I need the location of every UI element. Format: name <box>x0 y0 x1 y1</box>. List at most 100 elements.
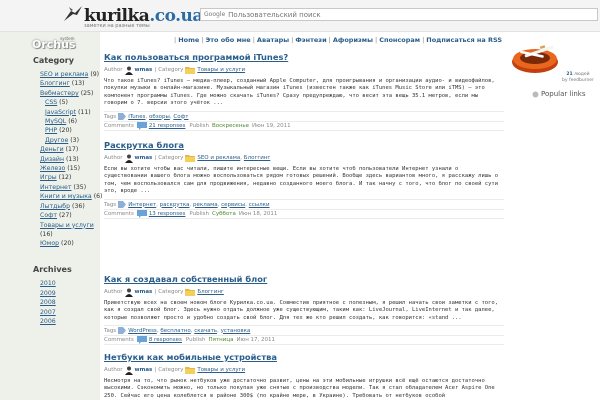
archive-item: 2010 <box>40 279 56 289</box>
tag-link[interactable]: Софт <box>173 114 188 120</box>
category-link[interactable]: Лытдыбр <box>40 203 70 210</box>
tag-link[interactable]: WordPress <box>128 328 157 334</box>
main-content: Как пользоваться программой iTunes? Auth… <box>104 46 504 400</box>
post-footer: Comments 13 responses Publish Суббота Ию… <box>104 209 504 219</box>
nav-home[interactable]: Home <box>178 36 199 44</box>
post-category-link[interactable]: Товары и услуги <box>197 67 245 73</box>
publish-day: Суббота <box>212 211 236 217</box>
nav-sponsors[interactable]: Спонсорам <box>379 36 420 44</box>
comments-link[interactable]: 21 responses <box>149 123 186 129</box>
category-link[interactable]: Интернет <box>40 184 71 191</box>
tag-link[interactable]: реклама <box>193 202 218 208</box>
post-author[interactable]: wmas <box>135 67 153 73</box>
category-link[interactable]: PHP <box>45 127 57 134</box>
category-link[interactable]: JavaScript <box>45 109 76 116</box>
tag-link[interactable]: установка <box>221 328 251 334</box>
category-item: Товары и услуги <box>40 221 102 230</box>
archive-link[interactable]: 2006 <box>40 318 56 325</box>
post-category-link[interactable]: Блоггинг <box>197 289 224 295</box>
category-link[interactable]: Железо <box>40 165 65 172</box>
post-category-link[interactable]: Блоггинг <box>244 155 271 161</box>
post-excerpt: Что такое iTunes? iTunes — медиа-плеер, … <box>104 78 495 107</box>
archive-link[interactable]: 2008 <box>40 299 56 306</box>
tag-link[interactable]: сервисы <box>221 202 245 208</box>
publish-date: Июн 19, 2011 <box>252 123 291 129</box>
category-link[interactable]: Юмор <box>40 240 59 247</box>
post-tags: Tags iTunes, обзоры, Софт <box>104 111 504 120</box>
nav-aphorisms[interactable]: Афоризмы <box>333 36 373 44</box>
post: Нетбуки как мобильные устройства Author … <box>104 352 504 400</box>
archive-link[interactable]: 2010 <box>40 280 56 287</box>
category-heading: Category <box>33 56 74 65</box>
link-icon <box>532 91 539 97</box>
archive-item: 2007 <box>40 308 56 318</box>
post-author[interactable]: wmas <box>135 155 153 161</box>
search-input[interactable] <box>228 10 529 19</box>
tag-link[interactable]: бесплатно <box>160 328 190 334</box>
category-item: Интернет (35) <box>40 183 87 191</box>
category-link[interactable]: Игры <box>40 174 57 181</box>
publish-date: Июн 18, 2011 <box>238 211 278 217</box>
publish-day: Воскресенье <box>212 123 250 129</box>
category-item: MySQL (6) <box>45 118 77 126</box>
post-title[interactable]: Нетбуки как мобильные устройства <box>104 352 504 363</box>
post-title[interactable]: Как я создавал собственный блог <box>104 274 504 285</box>
publish-date: Июн 17, 2011 <box>236 337 276 343</box>
search-box[interactable]: Google <box>200 8 598 21</box>
feed-counter[interactable]: 21 людей by feedburner <box>558 72 598 83</box>
comments-link[interactable]: 8 responses <box>149 337 182 343</box>
popular-links[interactable]: Popular links <box>532 90 586 98</box>
tag-link[interactable]: iTunes <box>128 114 145 120</box>
post-title[interactable]: Раскрутка блога <box>104 140 504 151</box>
category-item: Дизайн (13) <box>40 155 79 163</box>
category-link[interactable]: Блоггинг <box>40 80 70 87</box>
post-category-link[interactable]: Товары и услуги <box>197 367 245 373</box>
category-link[interactable]: Товары и услуги <box>40 222 94 229</box>
nav-rss[interactable]: Подписаться на RSS <box>426 36 502 44</box>
category-link[interactable]: CSS <box>45 99 57 106</box>
category-link[interactable]: Деньги <box>40 146 64 153</box>
tag-icon <box>118 201 127 208</box>
ashtray-icon <box>512 45 558 73</box>
category-link[interactable]: SEO и реклама <box>40 71 88 78</box>
tag-link[interactable]: ссылки <box>249 202 270 208</box>
tag-link[interactable]: Интернет <box>128 202 156 208</box>
category-link[interactable]: Другое <box>45 137 68 144</box>
tag-icon <box>118 327 127 334</box>
post-footer: Comments 8 responses Publish Пятница Июн… <box>104 335 504 345</box>
category-item: (16) <box>40 230 53 238</box>
category-link[interactable]: Вебмастеру <box>40 90 79 97</box>
comment-bubble-icon <box>136 122 147 130</box>
logo-tagline: заметки на разные темы <box>84 23 150 29</box>
archive-link[interactable]: 2007 <box>40 309 56 316</box>
category-item: Софт (27) <box>40 212 72 220</box>
comments-link[interactable]: 13 responses <box>149 211 186 217</box>
nav-fantasy[interactable]: Фэнтези <box>295 36 326 44</box>
post: Как пользоваться программой iTunes? Auth… <box>104 52 504 131</box>
category-item: Деньги (17) <box>40 146 79 154</box>
tag-link[interactable]: скачать <box>194 328 217 334</box>
post-title[interactable]: Как пользоваться программой iTunes? <box>104 52 504 63</box>
category-link[interactable]: Дизайн <box>40 156 64 163</box>
category-item: Железо (15) <box>40 165 80 173</box>
category-item: JavaScript (11) <box>45 108 91 116</box>
site-header: kurilka.co.ua заметки на разные темы Goo… <box>0 0 600 32</box>
category-link[interactable]: MySQL <box>45 118 66 125</box>
post-category-link[interactable]: SEO и реклама <box>197 155 240 161</box>
author-avatar-icon <box>124 66 133 75</box>
archive-link[interactable]: 2009 <box>40 290 56 297</box>
category-link[interactable]: Софт <box>40 212 57 219</box>
tag-link[interactable]: обзоры <box>149 114 170 120</box>
category-link[interactable]: Книги и музыка <box>40 193 92 200</box>
site-logo[interactable]: kurilka.co.ua заметки на разные темы <box>62 3 203 29</box>
tag-link[interactable]: раскрутка <box>160 202 190 208</box>
author-avatar-icon <box>124 288 133 297</box>
author-avatar-icon <box>124 154 133 163</box>
category-item: Другое (3) <box>45 136 80 144</box>
logo-domain-text: .co.ua <box>149 6 203 26</box>
post-author[interactable]: wmas <box>135 289 153 295</box>
nav-about[interactable]: Это обо мне <box>206 36 251 44</box>
post-author[interactable]: wmas <box>135 367 153 373</box>
post-tags: Tags Интернет, раскрутка, реклама, серви… <box>104 199 504 208</box>
nav-avatars[interactable]: Аватары <box>257 36 289 44</box>
